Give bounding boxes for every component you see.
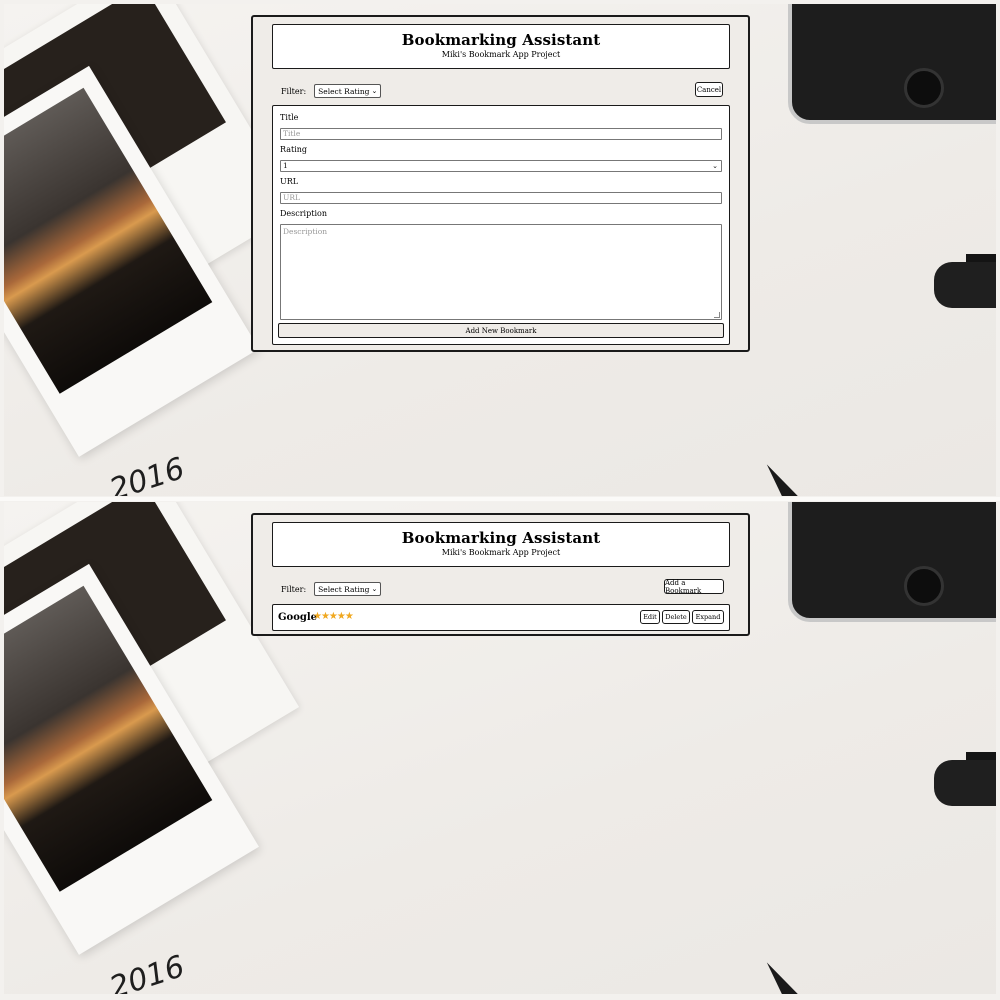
smartphone-prop xyxy=(788,502,996,622)
description-textarea[interactable]: Description xyxy=(280,224,722,320)
screenshot-list-view: 2016 Bookmarking Assistant Miki's Bookma… xyxy=(4,502,996,994)
rating-filter-select[interactable]: Select Rating ⌄ xyxy=(314,582,382,596)
description-label: Description xyxy=(280,209,327,218)
smartphone-prop xyxy=(788,4,996,124)
edit-button[interactable]: Edit xyxy=(640,610,660,624)
rating-filter-value: Select Rating xyxy=(318,584,370,594)
photo-caption-year: 2016 xyxy=(105,949,189,994)
chevron-down-icon: ⌄ xyxy=(712,162,718,170)
star-rating-icon: ★★★★★ xyxy=(313,611,354,622)
panel-divider xyxy=(0,497,1000,501)
app-subtitle: Miki's Bookmark App Project xyxy=(441,50,561,59)
rating-label: Rating xyxy=(280,145,308,154)
filter-row: Filter: Select Rating ⌄ xyxy=(281,84,382,98)
app-header: Bookmarking Assistant Miki's Bookmark Ap… xyxy=(272,522,730,567)
app-subtitle: Miki's Bookmark App Project xyxy=(441,548,561,557)
app-header: Bookmarking Assistant Miki's Bookmark Ap… xyxy=(272,24,730,69)
chevron-down-icon: ⌄ xyxy=(371,87,378,95)
add-bookmark-form: Title Title Rating 1 ⌄ URL URL Descripti… xyxy=(272,105,730,345)
pen-tip-prop xyxy=(758,458,810,496)
delete-button[interactable]: Delete xyxy=(662,610,690,624)
pen-tip-prop xyxy=(758,956,810,994)
photo-caption-year: 2016 xyxy=(105,451,189,496)
chevron-down-icon: ⌄ xyxy=(371,585,378,593)
filter-label: Filter: xyxy=(281,584,307,594)
app-title: Bookmarking Assistant xyxy=(401,529,601,547)
screenshot-add-view: 2016 Bookmarking Assistant Miki's Bookma… xyxy=(4,4,996,496)
app-title: Bookmarking Assistant xyxy=(401,31,601,49)
title-label: Title xyxy=(280,113,299,122)
pen-cap-prop xyxy=(934,752,996,806)
app-container: Bookmarking Assistant Miki's Bookmark Ap… xyxy=(251,513,750,636)
app-container: Bookmarking Assistant Miki's Bookmark Ap… xyxy=(251,15,750,352)
rating-select-value: 1 xyxy=(283,161,288,170)
title-input[interactable]: Title xyxy=(280,128,722,140)
url-input[interactable]: URL xyxy=(280,192,722,204)
cancel-button[interactable]: Cancel xyxy=(695,82,723,97)
bookmark-list-item: Google ★★★★★ Edit Delete Expand xyxy=(272,604,730,631)
url-label: URL xyxy=(280,177,299,186)
pen-cap-prop xyxy=(934,254,996,308)
rating-filter-select[interactable]: Select Rating ⌄ xyxy=(314,84,382,98)
filter-label: Filter: xyxy=(281,86,307,96)
add-new-bookmark-button[interactable]: Add New Bookmark xyxy=(278,323,724,338)
filter-row: Filter: Select Rating ⌄ xyxy=(281,582,382,596)
add-a-bookmark-button[interactable]: Add a Bookmark xyxy=(664,579,724,595)
rating-filter-value: Select Rating xyxy=(318,86,370,96)
expand-button[interactable]: Expand xyxy=(692,610,724,624)
bookmark-title: Google xyxy=(278,612,318,623)
resize-handle-icon[interactable] xyxy=(714,312,720,318)
rating-select[interactable]: 1 ⌄ xyxy=(280,160,722,172)
description-placeholder: Description xyxy=(283,227,328,236)
